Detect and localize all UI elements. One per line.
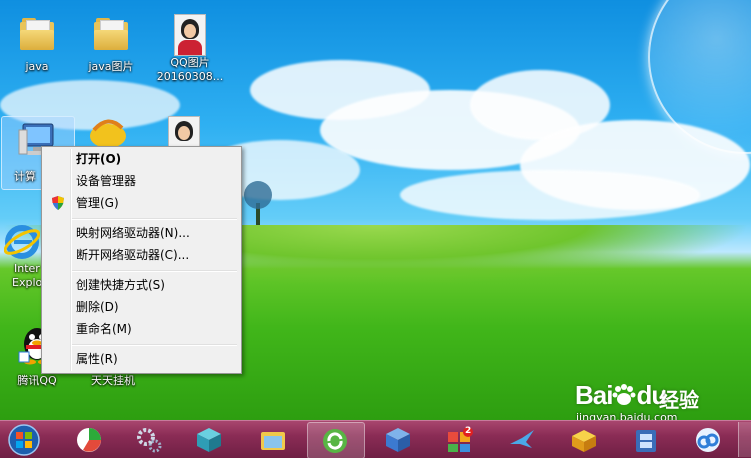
- menu-item-properties[interactable]: 属性(R): [44, 348, 239, 370]
- taskbar-app-sync[interactable]: [307, 422, 365, 459]
- uac-shield-icon: [52, 196, 64, 210]
- menu-item-rename[interactable]: 重命名(M): [44, 318, 239, 340]
- folder-icon: [20, 18, 54, 50]
- file-explorer-icon: [261, 432, 285, 450]
- desktop-icon-label-line1: QQ图片: [170, 56, 210, 69]
- desktop-icon-label-line2: 20160308...: [156, 70, 224, 83]
- menu-item-create-shortcut[interactable]: 创建快捷方式(S): [44, 274, 239, 296]
- tree-icon: [244, 181, 272, 225]
- desktop-icon-label-line2: Explo: [12, 276, 43, 289]
- photo-thumbnail-icon: [174, 14, 206, 56]
- menu-item-label: 属性(R): [76, 352, 118, 366]
- menu-item-label: 管理(G): [76, 196, 119, 210]
- cloud-app-icon: [696, 428, 720, 452]
- cloud: [400, 170, 700, 220]
- desktop-icon-internet-explorer[interactable]: Inter Explo: [0, 224, 44, 290]
- settings-gears-icon: [137, 428, 162, 453]
- menu-item-label: 重命名(M): [76, 322, 132, 336]
- taskbar-app-yellow-box[interactable]: [557, 422, 613, 457]
- menu-item-disconnect-network-drive[interactable]: 断开网络驱动器(C)...: [44, 244, 239, 266]
- menu-item-label: 打开(O): [76, 152, 122, 166]
- photo-thumbnail-icon: [168, 116, 200, 148]
- desktop-icon-photo-2[interactable]: [168, 116, 200, 148]
- taskbar-app-cube-grid[interactable]: [182, 422, 238, 457]
- menu-item-map-network-drive[interactable]: 映射网络驱动器(N)...: [44, 222, 239, 244]
- watermark-sub: 经验: [659, 388, 699, 412]
- desktop-icon-label: 天天挂机: [91, 374, 135, 387]
- taskbar-app-store[interactable]: 2: [433, 422, 489, 457]
- refresh-sync-app-icon: [323, 429, 347, 453]
- taskbar-app-film[interactable]: [619, 422, 675, 457]
- internet-explorer-icon: [3, 225, 41, 259]
- desktop-icon-label-line1: Inter: [14, 262, 40, 275]
- paw-icon: [612, 384, 636, 405]
- desktop-icon-label: java图片: [88, 60, 134, 73]
- menu-separator: [72, 344, 237, 346]
- notification-badge: 2: [465, 426, 472, 436]
- taskbar-app-360-browser[interactable]: [62, 422, 118, 457]
- menu-item-label: 断开网络驱动器(C)...: [76, 248, 190, 262]
- bird-app-icon: [510, 430, 534, 448]
- desktop-icon-label: java: [25, 60, 49, 73]
- context-menu: 打开(O) 设备管理器 管理(G) 映射网络驱动器(N)... 断开网络驱动器(…: [41, 146, 242, 374]
- start-orb-icon[interactable]: [2, 423, 46, 457]
- taskbar-app-file-explorer[interactable]: [246, 422, 302, 457]
- watermark-brand: Bai du: [575, 380, 667, 410]
- taskbar-app-blue-box[interactable]: [371, 422, 427, 457]
- film-app-icon: [636, 430, 656, 452]
- desktop-icon-java-images[interactable]: java图片: [78, 14, 144, 74]
- desktop-icon-qq-photo[interactable]: QQ图片 20160308...: [154, 14, 226, 84]
- desktop-icon-java[interactable]: java: [4, 14, 70, 74]
- cube-grid-app-icon: [197, 428, 221, 452]
- folder-icon: [94, 18, 128, 50]
- yellow-box-app-icon: [572, 430, 596, 452]
- desktop-icon-label: 腾讯QQ: [17, 374, 57, 387]
- app-360-browser-icon: [77, 428, 101, 452]
- menu-separator: [72, 270, 237, 272]
- taskbar-app-bird[interactable]: [495, 422, 551, 457]
- blue-box-app-icon: [386, 428, 410, 452]
- menu-item-open[interactable]: 打开(O): [44, 148, 239, 170]
- show-desktop-button[interactable]: [738, 422, 751, 457]
- menu-item-label: 删除(D): [76, 300, 119, 314]
- taskbar-app-settings[interactable]: [122, 422, 178, 457]
- yellow-app-icon[interactable]: [88, 118, 128, 148]
- menu-item-delete[interactable]: 删除(D): [44, 296, 239, 318]
- taskbar-app-cloud[interactable]: [681, 422, 737, 457]
- menu-item-label: 创建快捷方式(S): [76, 278, 165, 292]
- menu-item-label: 设备管理器: [76, 174, 137, 188]
- menu-item-device-manager[interactable]: 设备管理器: [44, 170, 239, 192]
- menu-item-label: 映射网络驱动器(N)...: [76, 226, 190, 240]
- menu-item-manage[interactable]: 管理(G): [44, 192, 239, 214]
- menu-separator: [72, 218, 237, 220]
